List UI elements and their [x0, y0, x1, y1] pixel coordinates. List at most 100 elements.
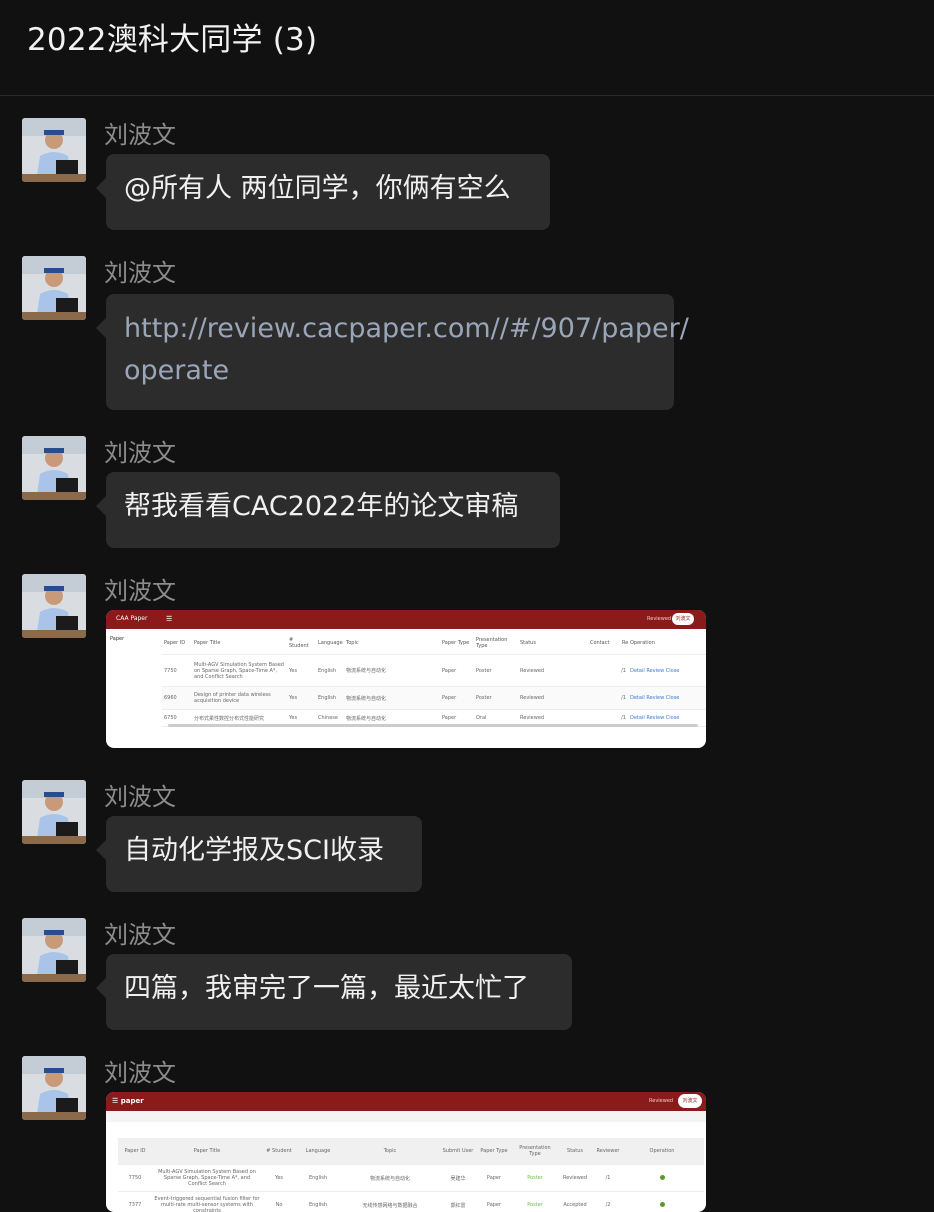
cell: No	[275, 1202, 283, 1208]
message-bubble[interactable]: 自动化学报及SCI收录	[96, 816, 422, 892]
col-header: Presentation Type	[476, 637, 508, 649]
link-line[interactable]: http://review.cacpaper.com//#/907/paper/	[124, 308, 689, 350]
side-menu: Paper	[110, 636, 125, 642]
cell: Poster	[476, 667, 492, 674]
message-bubble[interactable]: @所有人 两位同学，你俩有空么	[96, 154, 550, 230]
image-message[interactable]: CAA Paper ☰ Reviewed 刘波文 Paper Paper ID …	[106, 610, 706, 748]
user-button: 刘波文	[678, 1094, 702, 1108]
op-detail: Detail	[630, 667, 645, 674]
cell: /2	[605, 1202, 611, 1208]
col-header: Paper Title	[193, 1148, 221, 1154]
table-row: 7750 Multi-AGV Simulation System Based o…	[118, 1165, 704, 1192]
link-bubble[interactable]: http://review.cacpaper.com//#/907/paper/…	[96, 294, 689, 410]
cell: Poster	[527, 1175, 543, 1181]
sender-name: 刘波文	[104, 259, 176, 287]
cell: Paper	[442, 667, 457, 674]
brand: CAA Paper	[116, 615, 148, 622]
cell: Poster	[527, 1202, 543, 1208]
paper-table: Paper ID Paper Title # Student Language …	[162, 632, 706, 727]
cell: /1	[621, 667, 626, 674]
avatar[interactable]	[22, 436, 86, 500]
cell: 6960	[164, 695, 177, 701]
cell: Paper	[442, 715, 457, 721]
cell: Design of printer data wireless acquisit…	[194, 692, 271, 704]
top-bar: CAA Paper ☰ Reviewed 刘波文	[106, 610, 706, 629]
cell: Yes	[289, 695, 298, 701]
table-row: 7750 Multi-AGV Simulation System Based o…	[162, 655, 706, 687]
cell: 无线传感网络与数据融合	[362, 1202, 418, 1209]
op-close: Close	[665, 715, 680, 721]
cell: English	[318, 695, 337, 701]
col-header: Paper ID	[124, 1148, 146, 1154]
cell: 7750	[164, 667, 177, 674]
operation-links: Detail Review Close	[628, 713, 688, 723]
avatar[interactable]	[22, 780, 86, 844]
sender-name: 刘波文	[104, 439, 176, 467]
col-header: Topic	[383, 1148, 397, 1154]
table-header: Paper ID Paper Title # Student Language …	[118, 1138, 704, 1165]
screenshot-paper-table: ☰ paper Reviewed 刘波文 Paper ID Paper Titl…	[106, 1092, 706, 1212]
screenshot-paper-list: CAA Paper ☰ Reviewed 刘波文 Paper Paper ID …	[106, 610, 706, 748]
op-close: Close	[665, 667, 680, 674]
col-header: Status	[520, 640, 536, 646]
col-header: Operation	[649, 1148, 675, 1154]
avatar[interactable]	[22, 574, 86, 638]
sub-bar	[106, 1111, 706, 1122]
op-detail: Detail	[630, 715, 645, 721]
cell: /1	[621, 715, 626, 721]
chat-title: 2022澳科大同学 (3)	[27, 22, 318, 58]
cell: 郭红雷	[450, 1202, 466, 1209]
cell: Yes	[289, 667, 298, 674]
brand: ☰ paper	[112, 1097, 144, 1105]
cell: English	[308, 1175, 328, 1181]
cell: Event-triggered sequential fusion filter…	[154, 1196, 260, 1212]
cell: Reviewed	[520, 695, 545, 701]
operation-cell	[624, 1173, 700, 1184]
image-message[interactable]: ☰ paper Reviewed 刘波文 Paper ID Paper Titl…	[106, 1092, 706, 1212]
col-header: Topic	[346, 640, 359, 646]
chat-header: 2022澳科大同学 (3)	[0, 0, 934, 96]
op-review: Review	[646, 695, 665, 701]
table-row: 7377 Event-triggered sequential fusion f…	[118, 1192, 704, 1212]
col-header: Contact	[590, 640, 610, 646]
sender-name: 刘波文	[104, 121, 176, 149]
avatar[interactable]	[22, 118, 86, 182]
sender-name: 刘波文	[104, 783, 176, 811]
cell: English	[318, 667, 337, 674]
col-header: Language	[318, 640, 343, 646]
cell: 7377	[128, 1202, 142, 1208]
message-bubble[interactable]: 帮我看看CAC2022年的论文审稿	[96, 472, 560, 548]
avatar[interactable]	[22, 256, 86, 320]
cell: Multi-AGV Simulation System Based on Spa…	[194, 661, 284, 680]
sender-name: 刘波文	[104, 577, 176, 605]
col-header: Presentation Type	[519, 1145, 551, 1157]
cell: Poster	[476, 695, 492, 701]
horizontal-scrollbar	[168, 724, 698, 727]
operation-links: Detail Review Close	[628, 693, 688, 703]
cell: Oral	[476, 715, 487, 721]
col-header: Re	[622, 640, 629, 646]
cell: Reviewed	[520, 667, 545, 674]
col-header: Paper Type	[480, 1148, 508, 1154]
col-header: Language	[305, 1148, 331, 1154]
cell: 物流系统与自动化	[369, 1175, 410, 1182]
col-header: Operation	[630, 640, 655, 646]
info-icon	[659, 1174, 665, 1180]
cell: 吴建华	[450, 1175, 466, 1182]
cell: 7750	[128, 1175, 142, 1181]
cell: 物流系统与自动化	[346, 668, 387, 674]
top-bar: ☰ paper Reviewed 刘波文	[106, 1092, 706, 1111]
avatar[interactable]	[22, 918, 86, 982]
link-line[interactable]: operate	[124, 350, 656, 392]
brand-label: paper	[120, 1097, 144, 1105]
col-header: Paper ID	[164, 640, 186, 646]
operation-links: Detail Review Close	[628, 666, 688, 676]
col-header: # Student	[266, 1148, 292, 1154]
cell: 物流系统与自动化	[346, 695, 387, 702]
avatar[interactable]	[22, 1056, 86, 1120]
table-header: Paper ID Paper Title # Student Language …	[162, 632, 706, 655]
reviewed-label: Reviewed	[647, 616, 672, 622]
cell: Accepted	[563, 1202, 587, 1208]
cell: Chinese	[318, 715, 338, 721]
message-bubble[interactable]: 四篇，我审完了一篇，最近太忙了	[96, 954, 572, 1030]
